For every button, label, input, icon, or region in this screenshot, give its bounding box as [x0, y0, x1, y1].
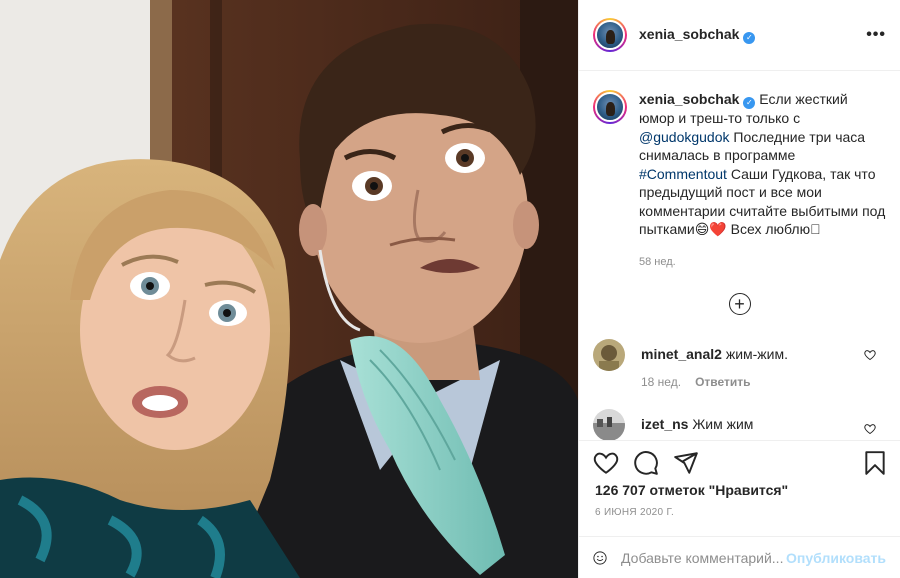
comment-meta: 18 нед. Ответить — [641, 373, 788, 391]
comment-item: izet_ns Жим жим — [579, 409, 900, 440]
action-bar — [579, 440, 900, 484]
caption-time[interactable]: 58 нед. — [639, 253, 886, 272]
comment-avatar[interactable] — [593, 409, 625, 440]
comment-author[interactable]: minet_anal2 — [641, 346, 722, 362]
load-more: + — [579, 293, 900, 317]
post-side-panel: xenia_sobchak ✓ ••• xenia_sobchak ✓ Если ж… — [578, 0, 900, 578]
comment-like-heart-icon[interactable] — [864, 349, 876, 361]
comment-body: minet_anal2 жим-жим. 18 нед. Ответить — [641, 339, 788, 391]
bookmark-icon[interactable] — [862, 450, 888, 476]
publish-button[interactable]: Опубликовать — [786, 550, 886, 566]
caption-author[interactable]: xenia_sobchak — [639, 91, 739, 107]
plus-icon[interactable]: + — [728, 293, 751, 316]
reply-button[interactable]: Ответить — [695, 375, 750, 389]
likes-count[interactable]: 126 707 отметок "Нравится" — [595, 482, 788, 498]
post-date[interactable]: 6 ИЮНЯ 2020 Г. — [595, 507, 674, 518]
share-icon[interactable] — [673, 450, 699, 476]
caption: xenia_sobchak ✓ Если жесткий юмор и треш-… — [579, 72, 900, 271]
comment-time[interactable]: 18 нед. — [641, 375, 681, 389]
post-photo[interactable] — [0, 0, 578, 578]
add-comment-bar: Опубликовать — [579, 536, 900, 578]
post-header: xenia_sobchak ✓ ••• — [579, 0, 900, 71]
comments-area: xenia_sobchak ✓ Если жесткий юмор и треш-… — [579, 72, 900, 440]
comment-icon[interactable] — [633, 450, 659, 476]
author-username-text[interactable]: xenia_sobchak — [639, 26, 739, 42]
comment-avatar[interactable] — [593, 339, 625, 372]
caption-body: xenia_sobchak ✓ Если жесткий юмор и треш-… — [639, 90, 886, 271]
smile-icon[interactable] — [593, 546, 607, 570]
comment-author[interactable]: izet_ns — [641, 416, 688, 432]
comment-text: жим-жим. — [725, 346, 789, 363]
heart-icon[interactable] — [593, 450, 619, 476]
more-icon[interactable]: ••• — [866, 26, 886, 44]
author-username[interactable]: xenia_sobchak ✓ — [639, 26, 756, 44]
verified-icon: ✓ — [743, 97, 756, 110]
caption-avatar[interactable] — [593, 90, 627, 124]
comment-text: Жим жим — [692, 416, 754, 433]
comment-like-heart-icon[interactable] — [864, 423, 876, 435]
verified-icon: ✓ — [743, 31, 756, 44]
caption-hashtag-link[interactable]: #Commentout — [639, 166, 727, 182]
caption-mention-link[interactable]: @gudokgudok — [639, 129, 730, 145]
comment-item: minet_anal2 жим-жим. 18 нед. Ответить — [579, 339, 900, 391]
photo-illustration — [0, 0, 578, 578]
comment-body: izet_ns Жим жим — [641, 409, 753, 440]
author-avatar[interactable] — [593, 18, 627, 52]
comment-input[interactable] — [621, 549, 787, 566]
